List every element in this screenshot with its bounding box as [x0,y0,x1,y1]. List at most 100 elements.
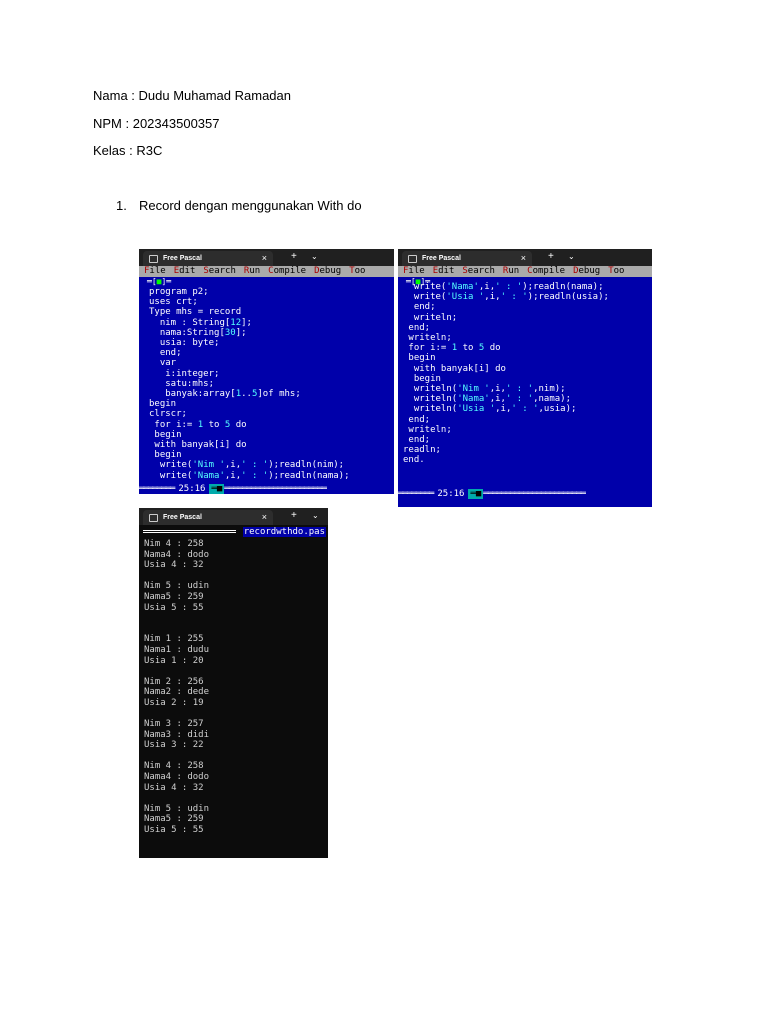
code-line: Type mhs = record [149,307,242,318]
menu-item: Search [462,266,495,276]
menu-item: Compile [527,266,566,276]
window-titlebar: Free Pascal × + ⌄ [398,249,652,266]
code-line: writeln('Usia ',i,' : ',usia); [403,404,577,415]
menu-item: Search [203,266,236,276]
output-line: Nim 5 : udin [144,581,210,592]
source-code: program p2; uses crt; Type mhs = record … [149,287,350,481]
menu-item: Run [502,266,520,276]
menu-item: Edit [173,266,196,276]
tab-title: Free Pascal [163,255,202,262]
output-line: Nim 4 : 258 [144,761,204,772]
window-close-box: ═[■]═ [147,277,172,286]
cursor-position: 25:16 [178,484,206,494]
program-output: Nim 4 : 258 Nama4 : dodo Usia 4 : 32 Nim… [144,539,209,836]
editor-area: ═[■]═ write('Nama',i,' : ');readln(nama)… [398,277,652,507]
output-line: Nama5 : 259 [144,814,204,825]
terminal-tab: Free Pascal × [402,251,532,266]
ide-menubar: File Edit Search Run Compile Debug Too [139,266,394,277]
chevron-down-icon: ⌄ [311,252,318,261]
ide-menubar: File Edit Search Run Compile Debug Too [398,266,652,277]
output-line: Nim 1 : 255 [144,634,204,645]
output-line: Nama5 : 259 [144,591,204,602]
code-line: var [149,358,177,369]
code-line: banyak:array[1..5]of mhs; [149,389,301,400]
output-line: Usia 2 : 19 [144,697,204,708]
code-line: writeln; [403,312,458,323]
code-line: begin [149,429,182,440]
editor-area: ═[■]═ program p2; uses crt; Type mhs = r… [139,277,394,494]
terminal-icon [149,255,158,263]
code-line: writeln('Nama',i,' : ',nama); [403,394,571,405]
close-icon: × [261,512,267,522]
code-line: nama:String[30]; [149,327,247,338]
ide-screenshot-2: Free Pascal × + ⌄ File Edit Search Run Compi… [398,249,652,507]
output-line: Usia 4 : 32 [144,560,204,571]
code-line: begin [149,450,182,461]
menu-item: Edit [432,266,455,276]
menu-item: Run [243,266,261,276]
terminal-tab: Free Pascal × [143,251,273,266]
file-name: recordwthdo.pas [242,527,326,537]
tab-title: Free Pascal [163,514,202,521]
menu-item: File [144,266,166,276]
menu-item: Compile [268,266,307,276]
code-line: write('Usia ',i,' : ');readln(usia); [403,292,609,303]
terminal-icon [149,514,158,522]
output-line: Usia 5 : 55 [144,602,204,613]
tab-title: Free Pascal [422,255,461,262]
code-line: i:integer; [149,368,220,379]
menu-item: File [403,266,425,276]
terminal-output-area: recordwthdo.pas Nim 4 : 258 Nama4 : dodo… [139,525,328,858]
code-line: end; [149,348,182,359]
student-class: Kelas : R3C [93,143,163,158]
menu-item: Debug [314,266,342,276]
close-icon: × [520,253,526,263]
editor-statusbar: ════════ 25:16 ═■ ═══════════════════════ [398,489,652,499]
source-code: write('Nama',i,' : ');readln(nama); writ… [403,282,609,466]
output-line: Nama1 : dudu [144,644,210,655]
editor-statusbar: ════════ 25:16 ═■ ═══════════════════════ [139,484,394,494]
code-line: end; [403,302,436,313]
code-line: begin [403,373,441,384]
code-line: end; [403,435,431,446]
menu-item: Too [608,266,625,276]
code-line: uses crt; [149,297,198,308]
new-tab-icon: + [291,510,297,521]
student-name: Nama : Dudu Muhamad Ramadan [93,88,291,103]
code-line: program p2; [149,287,209,297]
output-line: Nama4 : dodo [144,772,210,783]
chevron-down-icon: ⌄ [312,511,319,520]
output-line: Usia 1 : 20 [144,655,204,666]
code-line: write('Nama',i,' : ');readln(nama); [149,470,350,481]
output-line: Nama3 : didi [144,729,210,740]
terminal-icon [408,255,417,263]
code-line: end; [403,414,431,425]
section-number: 1. [116,198,127,213]
terminal-tab: Free Pascal × [143,510,273,525]
output-line: Nim 2 : 256 [144,676,204,687]
code-line: usia: byte; [149,338,220,349]
code-line: begin [403,353,436,364]
output-line: Nama4 : dodo [144,549,210,560]
output-line: Nama2 : dede [144,687,210,698]
student-npm: NPM : 202343500357 [93,116,220,131]
cursor-position: 25:16 [437,489,465,499]
code-line: writeln; [403,424,452,435]
code-line: writeln('Nim ',i,' : ',nim); [403,384,566,395]
window-titlebar: Free Pascal × + ⌄ [139,508,328,525]
section-heading: 1. Record dengan menggunakan With do [116,198,362,213]
code-line: readln; [403,445,441,456]
output-line: Nim 4 : 258 [144,539,204,549]
code-line: clrscr; [149,409,187,420]
new-tab-icon: + [291,251,297,262]
code-line: end; [403,322,431,333]
new-tab-icon: + [548,251,554,262]
ide-screenshot-1: Free Pascal × + ⌄ File Edit Search Run Compi… [139,249,394,494]
output-line: Nim 3 : 257 [144,719,204,730]
code-line: end. [403,455,425,466]
code-line: with banyak[i] do [149,440,247,451]
code-line: writeln; [403,333,452,344]
terminal-screenshot: Free Pascal × + ⌄ recordwthdo.pas Nim 4 … [139,508,328,858]
output-line: Nim 5 : udin [144,803,210,814]
menu-item: Debug [573,266,601,276]
